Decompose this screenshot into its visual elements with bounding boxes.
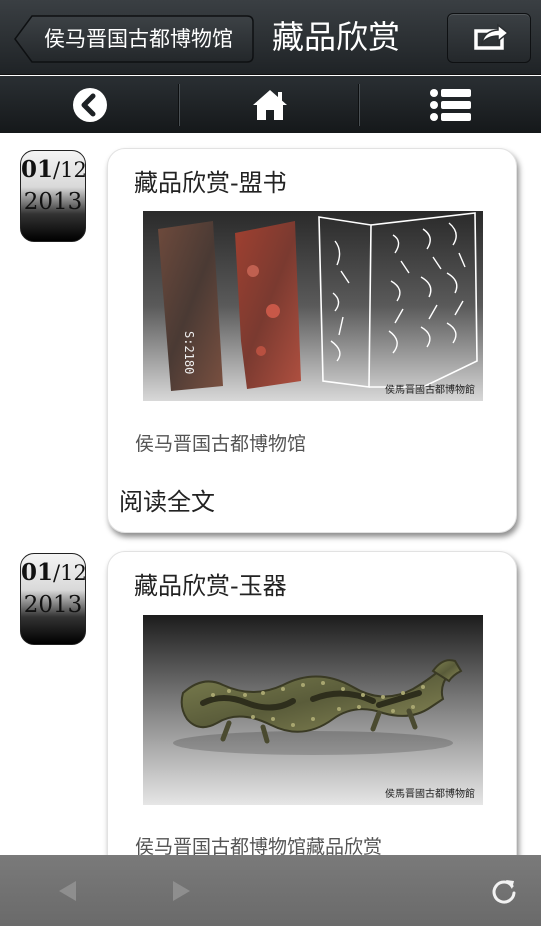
date-day: 01 (21, 156, 54, 183)
nav-bar (0, 76, 541, 133)
back-button[interactable]: 侯马晋国古都博物馆 (14, 15, 254, 63)
tablet-tag: S:2180 (182, 331, 196, 374)
article-title[interactable]: 藏品欣赏-盟书 (134, 163, 287, 198)
date-year: 2013 (23, 592, 83, 618)
article-image-jade[interactable]: 侯馬晋國古都博物館 (143, 615, 483, 805)
share-icon (474, 23, 510, 50)
article-description: 侯马晋国古都博物馆 (135, 433, 307, 455)
date-day: 01 (21, 559, 54, 586)
nav-home-button[interactable] (180, 76, 359, 133)
nav-list-button[interactable] (360, 76, 541, 133)
home-icon (252, 89, 287, 120)
back-button-label: 侯马晋国古都博物馆 (44, 27, 233, 51)
date-month: /12 (53, 158, 87, 182)
date-year: 2013 (23, 189, 83, 215)
read-more-link[interactable]: 阅读全文 (119, 482, 215, 517)
date-badge: 01/12 2013 (20, 553, 87, 645)
article-description: 侯马晋国古都博物馆藏品欣赏 (135, 836, 383, 855)
back-circle-icon (72, 87, 107, 122)
article-image-mengshu[interactable]: S:2180 侯馬晋國古都博物館 (143, 211, 483, 401)
header-bar: 侯马晋国古都博物馆 藏品欣赏 (0, 0, 541, 75)
article-title[interactable]: 藏品欣赏-玉器 (134, 566, 287, 601)
nav-back-button[interactable] (0, 76, 179, 133)
share-button[interactable] (447, 13, 531, 63)
covenant-tablet-image: S:2180 侯馬晋國古都博物館 (143, 211, 483, 401)
jade-dragon-image: 侯馬晋國古都博物館 (143, 615, 483, 805)
browser-toolbar (0, 855, 541, 926)
date-month-day: 01/12 (21, 156, 87, 183)
browser-back-button[interactable] (45, 855, 89, 926)
browser-forward-button[interactable] (160, 855, 204, 926)
article-card[interactable]: 藏品欣赏-玉器 侯馬晋國古都博物館 侯马晋国古都博物馆藏品欣赏 (107, 551, 517, 855)
list-menu-icon (429, 88, 471, 121)
date-month: /12 (53, 561, 87, 585)
image-stamp: 侯馬晋國古都博物館 (385, 787, 475, 800)
article-list[interactable]: 01/12 2013 藏品欣赏-盟书 S:2180 侯馬晋國古都博物館 侯马晋国… (0, 133, 541, 855)
article-card[interactable]: 藏品欣赏-盟书 S:2180 侯馬晋國古都博物館 侯马晋国古都博物馆 阅读全文 (107, 148, 517, 533)
refresh-button[interactable] (482, 855, 526, 926)
date-badge: 01/12 2013 (20, 150, 87, 242)
date-month-day: 01/12 (21, 559, 87, 586)
page-title: 藏品欣赏 (272, 18, 401, 56)
refresh-icon (492, 879, 516, 904)
browser-back-icon (59, 880, 76, 901)
image-stamp: 侯馬晋國古都博物館 (385, 383, 475, 396)
browser-forward-icon (173, 880, 190, 901)
